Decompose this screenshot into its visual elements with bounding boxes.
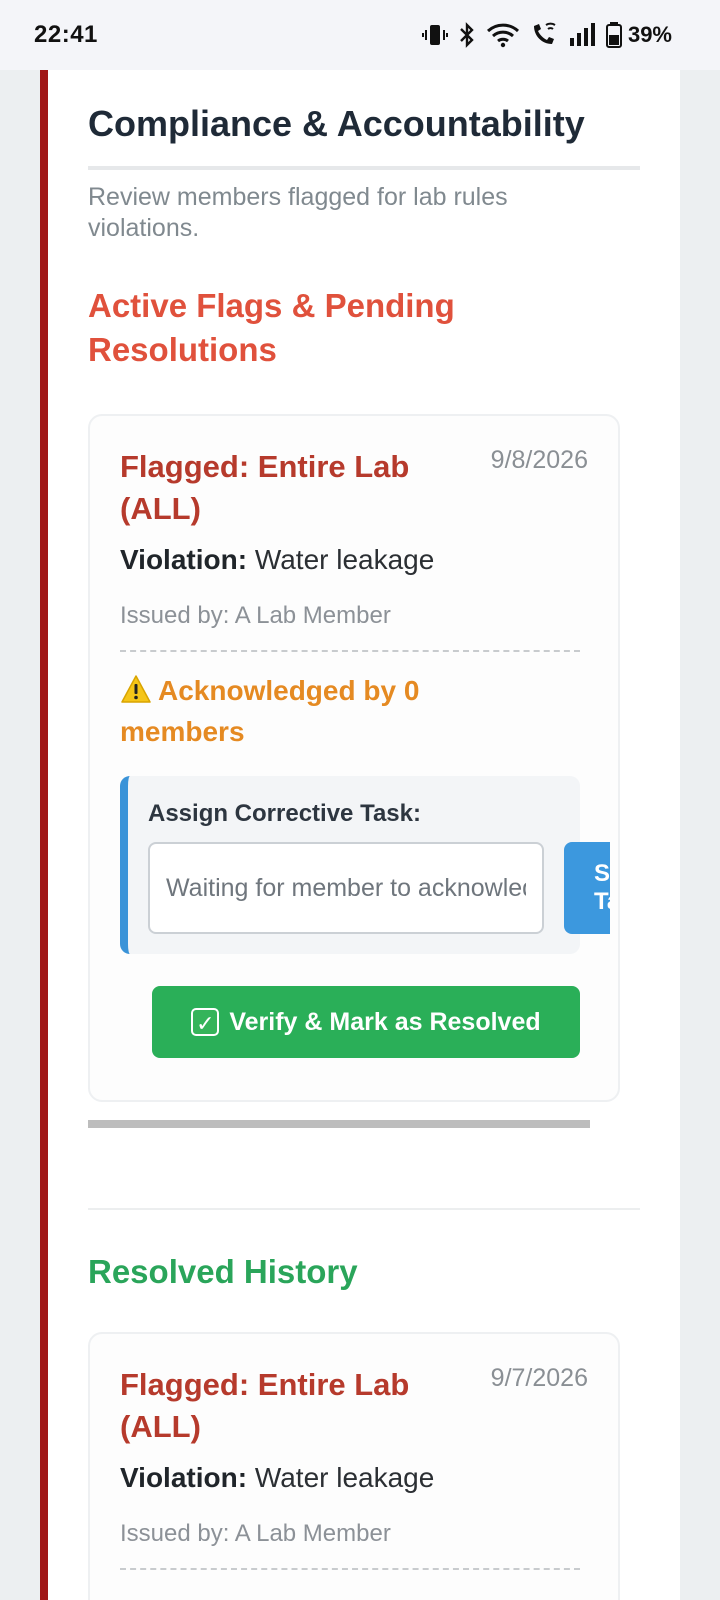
flag-issuer: Issued by: A Lab Member: [120, 1520, 391, 1547]
wifi-calling-icon: [530, 22, 558, 48]
corrective-task-panel: Assign Corrective Task: Save Task: [120, 776, 610, 954]
flag-date: 9/7/2026: [490, 1364, 588, 1392]
violation-label: Violation:: [120, 1462, 248, 1493]
signal-icon: [568, 22, 596, 48]
save-task-button[interactable]: Save Task: [564, 842, 610, 934]
battery-icon: [605, 22, 622, 48]
violation-text: Water leakage: [254, 1462, 435, 1493]
flag-title: Flagged: Entire Lab (ALL): [120, 1367, 410, 1444]
flag-divider: [120, 650, 580, 652]
status-icons: 39%: [421, 22, 672, 48]
resolved-history-heading: Resolved History: [88, 1253, 358, 1290]
acknowledgement-status: Acknowledged by 0 members: [120, 672, 500, 750]
wifi-icon: [486, 22, 520, 48]
page-subtitle: Review members flagged for lab rules vio…: [88, 183, 508, 242]
flag-issuer: Issued by: A Lab Member: [120, 602, 391, 629]
verify-button-label: Verify & Mark as Resolved: [229, 1007, 541, 1036]
battery-percent: 39%: [627, 22, 672, 47]
horizontal-scrollbar[interactable]: [88, 1120, 590, 1128]
flag-violation: Violation: Water leakage: [120, 1462, 434, 1494]
section-divider: [88, 1208, 640, 1210]
flag-violation: Violation: Water leakage: [120, 544, 434, 576]
acknowledgement-text: Acknowledged by 0 members: [120, 675, 420, 747]
title-divider: [88, 166, 640, 170]
save-clip: Save Task: [128, 776, 610, 954]
active-flags-heading: Active Flags & Pending Resolutions: [88, 287, 455, 368]
page: Compliance & Accountability Review membe…: [0, 70, 720, 1600]
status-time: 22:41: [34, 21, 98, 48]
resolved-flag-card: Flagged: Entire Lab (ALL) 9/7/2026 Viola…: [88, 1332, 620, 1600]
active-flag-card: Flagged: Entire Lab (ALL) 9/8/2026 Viola…: [88, 414, 620, 1102]
status-bar: 22:41 39%: [0, 0, 720, 70]
bluetooth-icon: [458, 22, 476, 48]
verify-resolved-button[interactable]: ✓ Verify & Mark as Resolved: [152, 986, 580, 1058]
vibrate-icon: [421, 22, 448, 48]
flag-divider: [120, 1568, 580, 1570]
violation-text: Water leakage: [254, 544, 435, 575]
page-title: Compliance & Accountability: [88, 103, 585, 144]
check-mark-icon: ✓: [191, 1008, 220, 1036]
compliance-card: Compliance & Accountability Review membe…: [40, 70, 680, 1600]
flag-date: 9/8/2026: [490, 446, 588, 474]
flag-title: Flagged: Entire Lab (ALL): [120, 449, 410, 526]
violation-label: Violation:: [120, 544, 248, 575]
warning-icon: [120, 674, 152, 713]
